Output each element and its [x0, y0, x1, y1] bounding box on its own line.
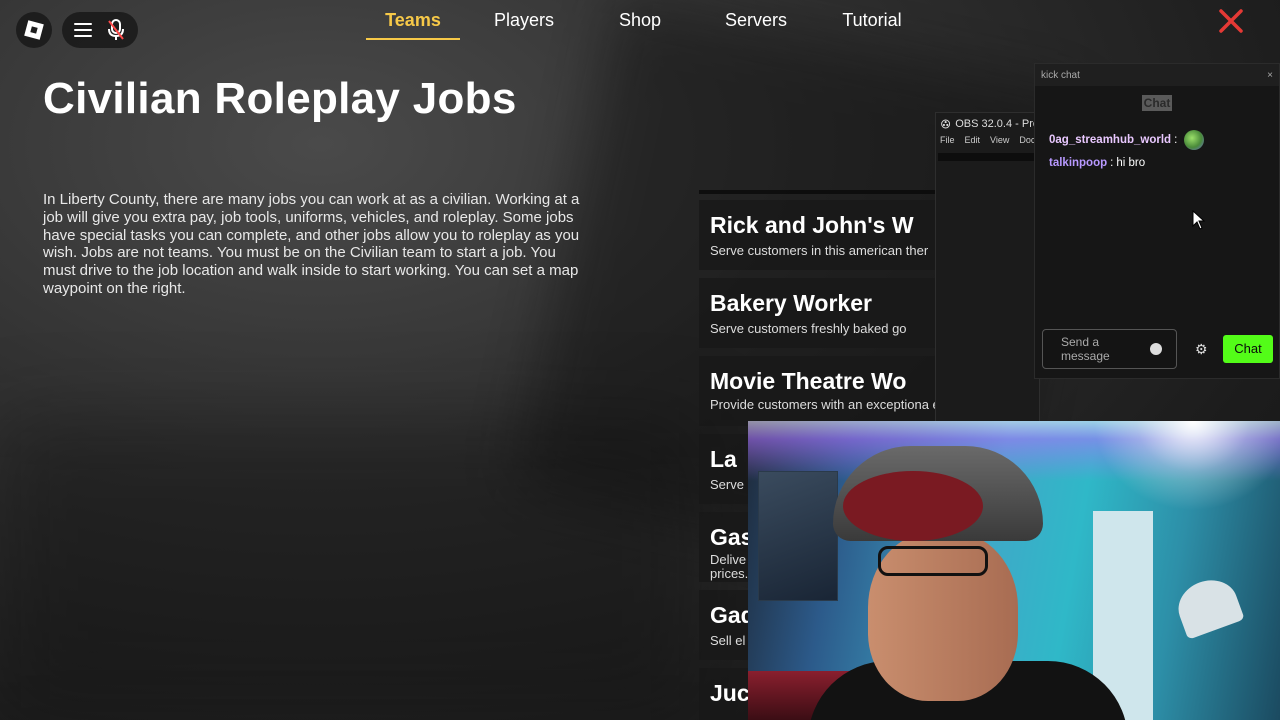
obs-menu-docks[interactable]: Doc [1019, 135, 1035, 151]
chat-username[interactable]: 0ag_streamhub_world [1049, 134, 1171, 146]
hamburger-menu-icon[interactable] [74, 23, 92, 37]
close-icon[interactable] [1216, 6, 1246, 36]
webcam-overlay [748, 421, 1280, 720]
webcam-person-glasses [878, 546, 988, 576]
gear-icon[interactable]: ⚙ [1195, 341, 1208, 358]
job-title: Movie Theatre Wo [710, 368, 907, 394]
main-tabs: Teams Players Shop Servers Tutorial [366, 6, 908, 40]
chat-titlebar: kick chat × [1035, 64, 1279, 86]
chat-input-placeholder: Send a message [1061, 335, 1110, 363]
webcam-lamp [1171, 572, 1245, 640]
job-card-rick-and-johns[interactable]: Rick and John's W Serve customers in thi… [699, 200, 939, 270]
obs-titlebar: OBS 32.0.4 - Pro [936, 113, 1039, 135]
chat-tab[interactable]: Chat [1035, 95, 1279, 111]
chat-window-title: kick chat [1041, 69, 1080, 81]
job-description: Serve customers freshly baked go [710, 321, 907, 336]
obs-preview-strip [938, 153, 1038, 161]
chat-send-button[interactable]: Chat [1223, 335, 1273, 363]
job-description: Serve customers in this american ther [710, 243, 929, 258]
chat-colon: : [1110, 157, 1114, 169]
job-card-movie-theatre[interactable]: Movie Theatre Wo Provide customers with … [699, 356, 939, 426]
job-description: Provide customers with an exceptiona exp… [710, 397, 939, 412]
emoji-icon[interactable] [1150, 343, 1162, 355]
obs-window[interactable]: OBS 32.0.4 - Pro File Edit View Doc [935, 112, 1040, 422]
kick-chat-window[interactable]: kick chat × Chat 0ag_streamhub_world: ta… [1034, 63, 1280, 379]
chat-message-input[interactable]: Send a message [1042, 329, 1177, 369]
tab-shop[interactable]: Shop [604, 6, 676, 38]
job-title: Rick and John's W [710, 212, 914, 238]
tab-players[interactable]: Players [488, 6, 560, 38]
chat-tab-label: Chat [1141, 95, 1173, 111]
tab-servers[interactable]: Servers [720, 6, 792, 38]
page-title: Civilian Roleplay Jobs [43, 74, 517, 123]
top-left-controls [16, 12, 138, 48]
webcam-person-cap-brim [843, 471, 983, 541]
chat-colon: : [1174, 134, 1178, 146]
tab-teams[interactable]: Teams [366, 6, 460, 40]
roblox-logo-icon [24, 20, 44, 40]
webcam-ceiling-light [1093, 421, 1280, 511]
job-description: Delive prices. [710, 552, 749, 581]
microphone-muted-icon[interactable] [106, 18, 126, 42]
job-title: Bakery Worker [710, 290, 872, 316]
obs-menu-edit[interactable]: Edit [965, 135, 981, 151]
chat-close-icon[interactable]: × [1267, 70, 1273, 81]
chat-message: 0ag_streamhub_world: [1049, 130, 1205, 150]
obs-menu-file[interactable]: File [940, 135, 955, 151]
obs-menubar: File Edit View Doc [936, 135, 1039, 151]
menu-pill [62, 12, 138, 48]
obs-logo-icon [941, 119, 951, 129]
mouse-cursor-icon [1192, 210, 1206, 230]
chat-message-text: hi bro [1116, 157, 1146, 169]
chat-username[interactable]: talkinpoop [1049, 157, 1107, 169]
chat-message: talkinpoop: hi bro [1049, 157, 1145, 169]
job-card-bakery-worker[interactable]: Bakery Worker Serve customers freshly ba… [699, 278, 939, 348]
obs-menu-view[interactable]: View [990, 135, 1009, 151]
webcam-wall-poster [758, 471, 838, 601]
page-description: In Liberty County, there are many jobs y… [43, 191, 580, 297]
roblox-menu-button[interactable] [16, 12, 52, 48]
tab-tutorial[interactable]: Tutorial [836, 6, 908, 38]
globe-emote-icon [1184, 130, 1205, 150]
obs-title-text: OBS 32.0.4 - Pro [955, 118, 1039, 130]
